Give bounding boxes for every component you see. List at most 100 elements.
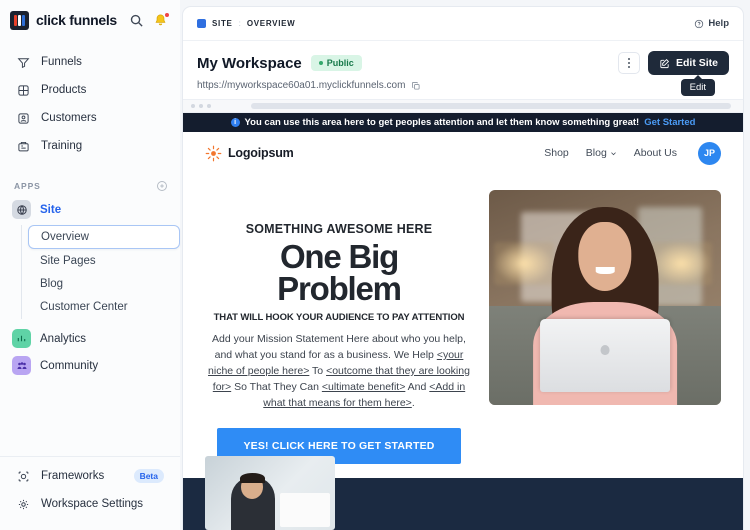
hero-headline-line2: Problem bbox=[277, 270, 402, 307]
bottom-dark-section: An Offer bbox=[183, 455, 743, 530]
site-navbar: Logoipsum Shop Blog About Us JP bbox=[183, 132, 743, 174]
content-topbar: SITE : OVERVIEW Help bbox=[183, 7, 743, 41]
hero-copy: SOMETHING AWESOME HERE One Big Problem T… bbox=[205, 188, 473, 464]
beta-badge: Beta bbox=[133, 469, 164, 483]
sidebar-item-training[interactable]: Training bbox=[10, 134, 170, 158]
preview-browser-chrome bbox=[183, 99, 743, 113]
main-content: SITE : OVERVIEW Help My Workspace Public… bbox=[180, 0, 750, 530]
site-nav-label: About Us bbox=[633, 147, 677, 159]
hero-eyebrow: SOMETHING AWESOME HERE bbox=[245, 222, 433, 236]
more-options-button[interactable] bbox=[617, 52, 640, 74]
page-title: My Workspace bbox=[197, 54, 302, 72]
breadcrumb-separator: : bbox=[238, 19, 241, 28]
status-badge-label: Public bbox=[326, 58, 354, 68]
help-label: Help bbox=[708, 18, 729, 29]
chart-icon bbox=[12, 329, 31, 348]
smiling-woman-with-laptop-photo bbox=[489, 190, 721, 405]
hero-text: To bbox=[309, 364, 327, 377]
copy-icon[interactable] bbox=[411, 81, 421, 91]
sidebar-item-funnels[interactable]: Funnels bbox=[10, 50, 170, 74]
site-preview: i You can use this area here to get peop… bbox=[183, 99, 743, 530]
sidebar-label: Customers bbox=[41, 112, 97, 124]
sidebar-item-analytics[interactable]: Analytics bbox=[0, 325, 180, 352]
sidebar-label: Community bbox=[40, 359, 99, 372]
sidebar-item-site-pages[interactable]: Site Pages bbox=[32, 250, 180, 272]
sidebar-item-blog[interactable]: Blog bbox=[32, 273, 180, 295]
sidebar-label: Site bbox=[40, 203, 62, 216]
status-badge: Public bbox=[310, 55, 362, 71]
sidebar-item-overview[interactable]: Overview bbox=[28, 225, 180, 249]
preview-address-bar bbox=[251, 103, 731, 109]
breadcrumb-current: OVERVIEW bbox=[246, 19, 296, 28]
hero-image-wrap bbox=[489, 188, 721, 464]
sidebar-label: Workspace Settings bbox=[41, 498, 144, 510]
question-circle-icon bbox=[694, 19, 704, 29]
hero-text: Add your Mission Statement Here about wh… bbox=[212, 333, 466, 361]
sidebar-item-frameworks[interactable]: Frameworks Beta bbox=[10, 464, 170, 488]
app-root: click funnels Funnels Products Customers… bbox=[0, 0, 750, 530]
help-button[interactable]: Help bbox=[694, 18, 729, 29]
site-nav-links: Shop Blog About Us JP bbox=[544, 141, 721, 165]
site-square-icon bbox=[197, 19, 206, 28]
avatar[interactable]: JP bbox=[698, 141, 721, 165]
hero-headline: One Big Problem bbox=[205, 238, 473, 307]
brand-name: click funnels bbox=[36, 12, 117, 28]
announcement-text: You can use this area here to get people… bbox=[244, 117, 640, 128]
primary-nav: Funnels Products Customers Training bbox=[0, 40, 180, 162]
apps-label: APPS bbox=[14, 181, 41, 191]
edit-site-button[interactable]: Edit Site bbox=[647, 51, 729, 75]
gear-icon bbox=[16, 498, 31, 511]
sidebar-label: Training bbox=[41, 140, 83, 152]
get-started-link[interactable]: Get Started bbox=[644, 117, 695, 128]
announcement-bar: i You can use this area here to get peop… bbox=[183, 113, 743, 132]
hero-body-copy: Add your Mission Statement Here about wh… bbox=[205, 332, 473, 412]
sidebar-item-workspace-settings[interactable]: Workspace Settings bbox=[10, 492, 170, 516]
edit-tooltip: Edit bbox=[680, 75, 715, 96]
chevron-down-icon bbox=[610, 150, 617, 157]
pencil-square-icon bbox=[659, 58, 670, 69]
hero-section: SOMETHING AWESOME HERE One Big Problem T… bbox=[183, 174, 743, 464]
hero-text: . bbox=[411, 396, 415, 409]
site-logo[interactable]: Logoipsum bbox=[205, 145, 294, 162]
site-logo-text: Logoipsum bbox=[228, 146, 294, 160]
sidebar-item-customers[interactable]: Customers bbox=[10, 106, 170, 130]
people-icon bbox=[12, 356, 31, 375]
breadcrumb-root[interactable]: SITE bbox=[212, 19, 233, 28]
sidebar-item-products[interactable]: Products bbox=[10, 78, 170, 102]
info-icon: i bbox=[230, 118, 240, 127]
breadcrumb: SITE : OVERVIEW bbox=[197, 19, 295, 28]
sidebar-item-site[interactable]: Site bbox=[0, 196, 180, 223]
workspace-url[interactable]: https://myworkspace60a01.myclickfunnels.… bbox=[197, 80, 405, 91]
hero-placeholder-text: <ultimate benefit> bbox=[321, 380, 406, 393]
funnel-icon bbox=[16, 56, 31, 69]
add-app-icon[interactable] bbox=[156, 180, 168, 192]
hero-headline-line1: One Big bbox=[279, 238, 399, 275]
edit-site-label: Edit Site bbox=[675, 57, 718, 69]
bell-icon[interactable] bbox=[153, 11, 170, 28]
box-icon bbox=[16, 84, 31, 97]
site-nav-label: Shop bbox=[544, 147, 569, 159]
sunburst-logo-icon bbox=[205, 145, 222, 162]
search-icon[interactable] bbox=[129, 13, 144, 28]
hero-subheadline: THAT WILL HOOK YOUR AUDIENCE TO PAY ATTE… bbox=[213, 312, 465, 323]
site-nav-label: Blog bbox=[585, 147, 607, 159]
apps-section-header: APPS bbox=[0, 170, 180, 196]
site-nav-about-us[interactable]: About Us bbox=[634, 147, 677, 159]
content-panel: SITE : OVERVIEW Help My Workspace Public… bbox=[182, 6, 744, 530]
globe-icon bbox=[12, 200, 31, 219]
sidebar-label: Analytics bbox=[40, 332, 87, 345]
site-nav-blog[interactable]: Blog bbox=[586, 147, 617, 159]
sidebar-label: Products bbox=[41, 84, 87, 96]
sidebar-item-customer-center[interactable]: Customer Center bbox=[32, 296, 180, 318]
sidebar-footer: Frameworks Beta Workspace Settings bbox=[0, 456, 180, 530]
training-icon bbox=[16, 140, 31, 153]
sidebar-header: click funnels bbox=[0, 0, 180, 40]
notification-dot bbox=[164, 11, 170, 18]
site-nav-shop[interactable]: Shop bbox=[544, 147, 569, 159]
user-card-icon bbox=[16, 112, 31, 125]
sidebar-label: Funnels bbox=[41, 56, 82, 68]
sidebar-item-community[interactable]: Community bbox=[0, 352, 180, 379]
hero-text: So That They Can bbox=[231, 380, 322, 393]
hero-text: And bbox=[405, 380, 430, 393]
workspace-header: My Workspace Public Edit Site Edit https… bbox=[183, 41, 743, 99]
